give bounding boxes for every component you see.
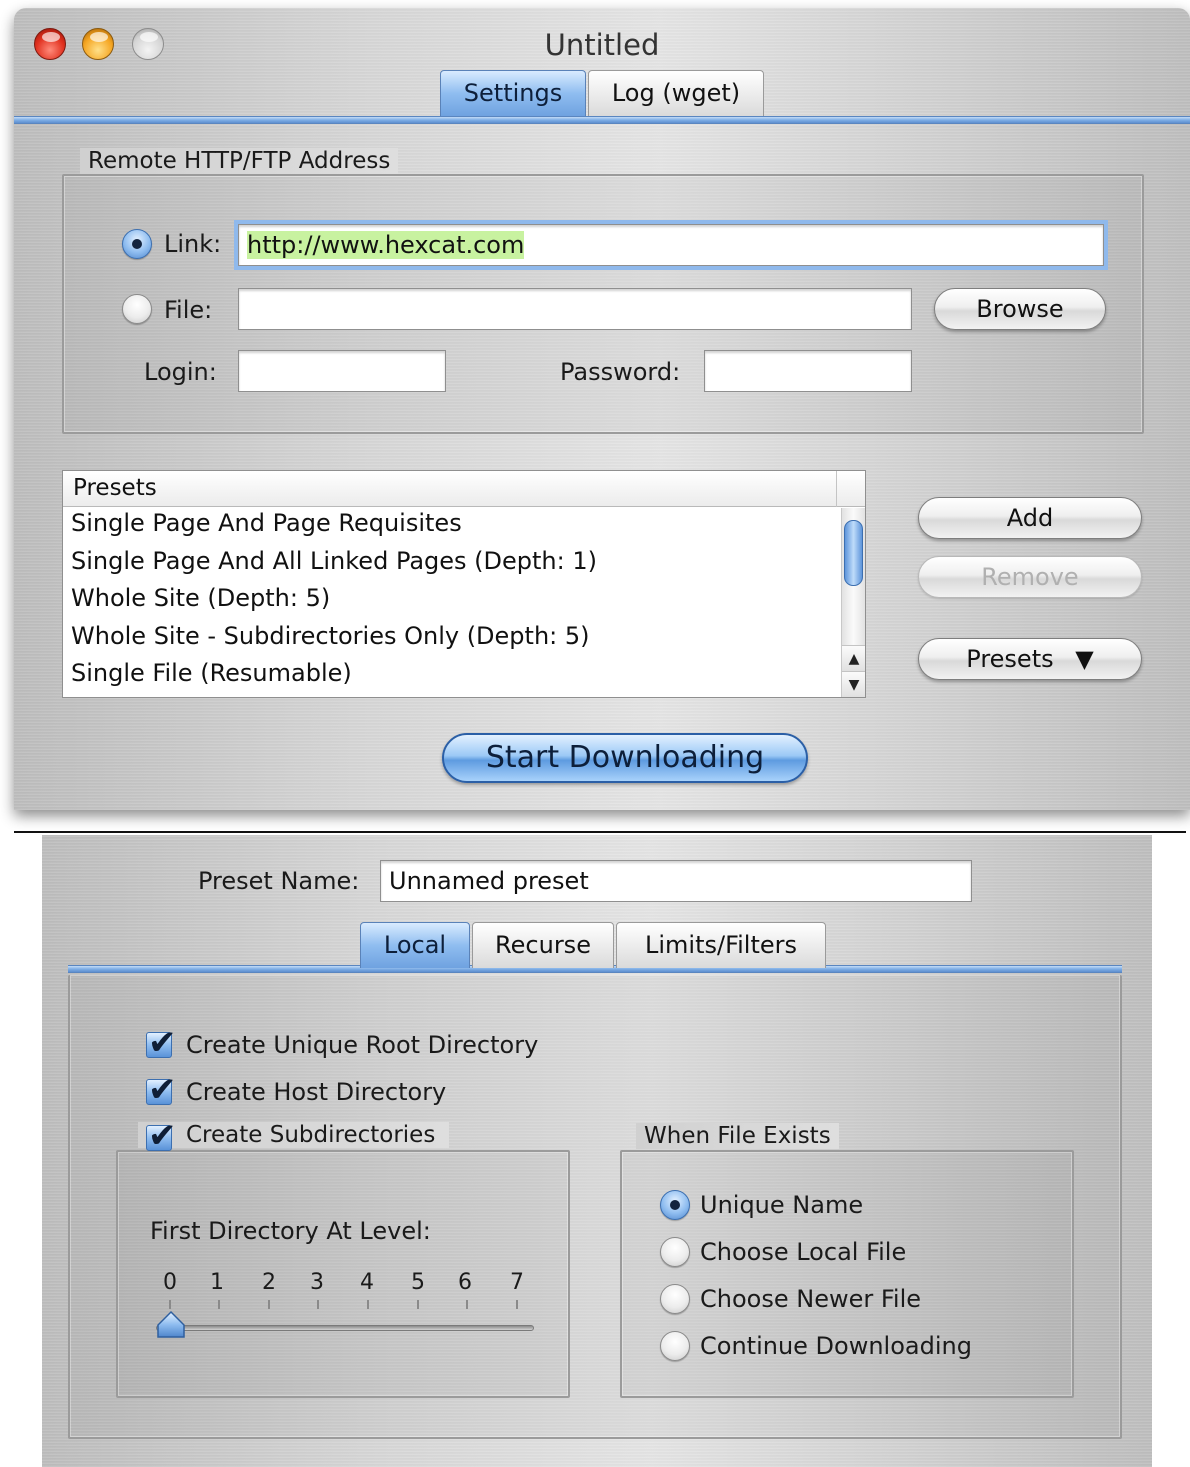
choose-newer-file-radio[interactable] (660, 1284, 690, 1314)
level-tick-label: 0 (163, 1270, 177, 1295)
login-label: Login: (144, 358, 217, 386)
presets-column-header[interactable]: Presets (63, 471, 865, 507)
preset-row[interactable]: Whole Site - Subdirectories Only (Depth:… (63, 620, 865, 658)
choose-local-file-radio[interactable] (660, 1237, 690, 1267)
create-unique-root-label: Create Unique Root Directory (186, 1031, 539, 1059)
level-tick-mark (218, 1300, 220, 1309)
password-input[interactable] (704, 350, 912, 392)
remote-address-group-label: Remote HTTP/FTP Address (80, 148, 399, 174)
start-downloading-button[interactable]: Start Downloading (442, 733, 808, 783)
level-tick-label: 6 (458, 1270, 472, 1295)
unique-name-radio[interactable] (660, 1190, 690, 1220)
unique-name-label: Unique Name (700, 1191, 864, 1219)
tab-local[interactable]: Local (360, 922, 470, 968)
link-label: Link: (164, 230, 222, 258)
preset-row[interactable]: Whole Site (Depth: 5) (63, 582, 865, 620)
presets-scroll-thumb[interactable] (844, 520, 863, 586)
presets-list[interactable]: Presets Single Page And Page Requisites … (62, 470, 866, 698)
level-tick-mark (367, 1300, 369, 1309)
file-exists-group (620, 1150, 1074, 1398)
presets-scrollbar[interactable]: ▲ ▼ (841, 508, 865, 697)
preset-name-input[interactable]: Unnamed preset (380, 860, 972, 902)
link-radio[interactable] (122, 229, 152, 259)
file-input[interactable] (238, 288, 912, 330)
window-title: Untitled (544, 28, 660, 62)
level-tick-mark (417, 1300, 419, 1309)
file-radio[interactable] (122, 294, 152, 324)
scroll-down-arrow-icon[interactable]: ▼ (842, 671, 865, 697)
level-tick-label: 4 (360, 1270, 374, 1295)
level-tick-mark (268, 1300, 270, 1309)
slider-thumb-icon[interactable] (156, 1310, 186, 1340)
dropdown-triangle-icon: ▼ (1075, 645, 1094, 673)
tab-limits-filters[interactable]: Limits/Filters (616, 922, 826, 968)
create-unique-root-checkbox[interactable] (146, 1023, 177, 1063)
level-tick-mark (466, 1300, 468, 1309)
level-tick-label: 5 (411, 1270, 425, 1295)
login-input[interactable] (238, 350, 446, 392)
level-tick-mark (516, 1300, 518, 1309)
directory-level-slider[interactable] (156, 1325, 534, 1331)
tab-strip-bar (14, 116, 1190, 124)
create-host-directory-checkbox[interactable] (146, 1070, 177, 1110)
choose-local-file-label: Choose Local File (700, 1238, 907, 1266)
choose-newer-file-label: Choose Newer File (700, 1285, 922, 1313)
level-tick-mark (317, 1300, 319, 1309)
first-directory-level-label: First Directory At Level: (150, 1217, 431, 1245)
create-subdirectories-label: Create Subdirectories (186, 1122, 436, 1148)
add-preset-button[interactable]: Add (918, 497, 1142, 539)
preset-row[interactable]: Single Page And All Linked Pages (Depth:… (63, 545, 865, 583)
remove-preset-button[interactable]: Remove (918, 556, 1142, 598)
preset-row[interactable]: Single Page And Page Requisites (63, 507, 865, 545)
level-tick-label: 3 (310, 1270, 324, 1295)
create-host-directory-label: Create Host Directory (186, 1078, 447, 1106)
subdirectories-group (116, 1150, 570, 1398)
tab-recurse[interactable]: Recurse (472, 922, 614, 968)
subdirectories-group-header: Create Subdirectories (138, 1116, 450, 1156)
tab-settings[interactable]: Settings (440, 70, 586, 116)
create-subdirectories-checkbox[interactable] (146, 1116, 177, 1156)
preset-row[interactable]: Single File (Resumable) (63, 657, 865, 695)
browse-button[interactable]: Browse (934, 288, 1106, 330)
file-label: File: (164, 296, 213, 324)
continue-downloading-radio[interactable] (660, 1331, 690, 1361)
password-label: Password: (560, 358, 681, 386)
level-tick-mark (169, 1300, 171, 1309)
tab-log-wget[interactable]: Log (wget) (588, 70, 764, 116)
link-input-value: http://www.hexcat.com (247, 231, 525, 259)
continue-downloading-label: Continue Downloading (700, 1332, 972, 1360)
divider (14, 831, 1186, 833)
scroll-up-arrow-icon[interactable]: ▲ (842, 645, 865, 671)
link-input[interactable]: http://www.hexcat.com (234, 220, 1108, 270)
presets-menu-label: Presets (966, 645, 1054, 673)
file-exists-group-label: When File Exists (636, 1123, 839, 1149)
level-tick-label: 2 (262, 1270, 276, 1295)
level-tick-label: 7 (510, 1270, 524, 1295)
preset-name-label: Preset Name: (198, 867, 360, 895)
presets-menu-button[interactable]: Presets ▼ (918, 638, 1142, 680)
level-tick-label: 1 (210, 1270, 224, 1295)
